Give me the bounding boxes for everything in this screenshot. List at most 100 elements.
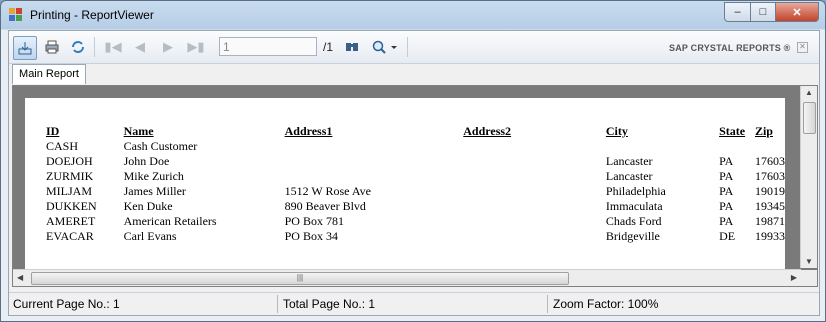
header-zip: Zip bbox=[754, 124, 773, 138]
cell-name: American Retailers bbox=[123, 214, 217, 228]
cell-state: PA bbox=[719, 214, 734, 228]
cell-state: PA bbox=[719, 199, 734, 213]
cell-address2 bbox=[463, 169, 606, 184]
cell-address2 bbox=[463, 229, 606, 244]
find-icon[interactable] bbox=[341, 36, 363, 58]
cell-id: MILJAM bbox=[46, 184, 93, 198]
cell-name: John Doe bbox=[123, 154, 170, 168]
close-icon[interactable]: ✕ bbox=[797, 42, 808, 53]
cell-address1: PO Box 781 bbox=[284, 214, 344, 228]
scroll-left-icon[interactable]: ◀ bbox=[17, 273, 23, 282]
page-number-input[interactable]: 1 bbox=[219, 37, 317, 56]
scroll-up-icon[interactable]: ▲ bbox=[805, 88, 813, 97]
cell-address2 bbox=[463, 139, 606, 154]
cell-address1: PO Box 34 bbox=[284, 229, 338, 243]
cell-address1: 890 Beaver Blvd bbox=[284, 199, 366, 213]
first-page-icon[interactable]: ▮◀ bbox=[102, 36, 124, 58]
cell-address2 bbox=[463, 154, 606, 169]
cell-zip: 17603 bbox=[754, 154, 785, 168]
cell-id: DUKKEN bbox=[46, 199, 97, 213]
header-state: State bbox=[719, 124, 746, 138]
table-row: CASH Cash Customer bbox=[46, 139, 785, 154]
report-table: ID Name Address1 Address2 City State Zip… bbox=[46, 124, 785, 244]
header-name: Name bbox=[123, 124, 154, 138]
cell-zip: 19345 bbox=[754, 199, 785, 213]
cell-address2 bbox=[463, 184, 606, 199]
print-icon[interactable] bbox=[41, 36, 63, 58]
cell-city: Bridgeville bbox=[605, 229, 660, 243]
minimize-button[interactable]: – bbox=[724, 2, 751, 22]
table-row: DUKKEN Ken Duke 890 Beaver Blvd Immaculata P… bbox=[46, 199, 785, 214]
cell-id: CASH bbox=[46, 139, 79, 153]
cell-address1 bbox=[285, 169, 464, 184]
tab-main-report[interactable]: Main Report bbox=[12, 64, 86, 84]
header-id: ID bbox=[46, 124, 60, 138]
cell-id: ZURMIK bbox=[46, 169, 94, 183]
cell-city: Lancaster bbox=[605, 169, 653, 183]
cell-zip: 17603 bbox=[754, 169, 785, 183]
report-viewer-pane: ID Name Address1 Address2 City State Zip… bbox=[12, 85, 818, 287]
prev-page-icon[interactable]: ◀ bbox=[129, 36, 151, 58]
report-tabs: Main Report bbox=[9, 64, 819, 84]
cell-state: DE bbox=[719, 229, 736, 243]
title-bar: Printing - ReportViewer – □ ✕ bbox=[1, 1, 825, 29]
client-area: ▮◀ ◀ ▶ ▶▮ 1 /1 SAP CRYSTAL REPORTS ® ✕ M… bbox=[8, 30, 820, 316]
header-address1: Address1 bbox=[284, 124, 333, 138]
export-icon[interactable] bbox=[13, 36, 37, 60]
cell-id: DOEJOH bbox=[46, 154, 93, 168]
cell-state bbox=[719, 139, 755, 154]
crystal-reports-brand: SAP CRYSTAL REPORTS ® bbox=[669, 43, 791, 53]
cell-zip: 19019 bbox=[754, 184, 785, 198]
total-pages-label: /1 bbox=[323, 40, 334, 54]
next-page-icon[interactable]: ▶ bbox=[157, 36, 179, 58]
cell-state: PA bbox=[719, 154, 734, 168]
cell-name: Mike Zurich bbox=[123, 169, 184, 183]
header-address2: Address2 bbox=[463, 124, 512, 138]
cell-name: Cash Customer bbox=[123, 139, 198, 153]
table-row: DOEJOH John Doe Lancaster PA 17603 bbox=[46, 154, 785, 169]
cell-id: AMERET bbox=[46, 214, 96, 228]
cell-zip bbox=[755, 139, 785, 154]
report-page: ID Name Address1 Address2 City State Zip… bbox=[25, 98, 785, 275]
cell-address1 bbox=[285, 139, 464, 154]
zoom-factor-status: Zoom Factor: 100% bbox=[553, 297, 659, 311]
toolbar: ▮◀ ◀ ▶ ▶▮ 1 /1 SAP CRYSTAL REPORTS ® ✕ bbox=[9, 31, 819, 64]
table-row: AMERET American Retailers PO Box 781 Chads … bbox=[46, 214, 785, 229]
cell-address2 bbox=[463, 199, 606, 214]
cell-zip: 19871 bbox=[754, 214, 785, 228]
cell-address1 bbox=[285, 154, 464, 169]
cell-city: Philadelphia bbox=[605, 184, 666, 198]
cell-city bbox=[606, 139, 719, 154]
cell-zip: 19933 bbox=[754, 229, 785, 243]
cell-address2 bbox=[463, 214, 606, 229]
vertical-scrollbar[interactable]: ▲ ▼ bbox=[800, 86, 817, 268]
zoom-icon[interactable] bbox=[369, 36, 399, 58]
table-row: ZURMIK Mike Zurich Lancaster PA 17603 bbox=[46, 169, 785, 184]
table-row: EVACAR Carl Evans PO Box 34 Bridgeville DE 19… bbox=[46, 229, 785, 244]
total-page-status: Total Page No.: 1 bbox=[283, 297, 376, 311]
report-header-row: ID Name Address1 Address2 City State Zip bbox=[46, 124, 785, 139]
cell-name: Carl Evans bbox=[123, 229, 177, 243]
scroll-down-icon[interactable]: ▼ bbox=[805, 257, 813, 266]
window-title: Printing - ReportViewer bbox=[30, 8, 154, 22]
cell-name: James Miller bbox=[123, 184, 186, 198]
cell-address1: 1512 W Rose Ave bbox=[284, 184, 371, 198]
maximize-button[interactable]: □ bbox=[751, 2, 776, 22]
cell-city: Lancaster bbox=[605, 154, 653, 168]
cell-state: PA bbox=[719, 169, 734, 183]
last-page-icon[interactable]: ▶▮ bbox=[185, 36, 207, 58]
cell-name: Ken Duke bbox=[123, 199, 173, 213]
status-bar: Current Page No.: 1 Total Page No.: 1 Zo… bbox=[9, 292, 819, 315]
scroll-right-icon[interactable]: ▶ bbox=[791, 273, 797, 282]
report-viewer-window: Printing - ReportViewer – □ ✕ ▮◀ ◀ ▶ ▶▮ … bbox=[0, 0, 826, 322]
cell-city: Chads Ford bbox=[605, 214, 662, 228]
vertical-scroll-thumb[interactable] bbox=[803, 102, 816, 134]
header-city: City bbox=[605, 124, 628, 138]
refresh-icon[interactable] bbox=[67, 36, 89, 58]
cell-city: Immaculata bbox=[605, 199, 663, 213]
current-page-status: Current Page No.: 1 bbox=[13, 297, 120, 311]
close-window-button[interactable]: ✕ bbox=[776, 2, 819, 22]
cell-state: PA bbox=[719, 184, 734, 198]
horizontal-scrollbar[interactable]: ◀ ||| ▶ bbox=[13, 269, 801, 286]
horizontal-scroll-thumb[interactable]: ||| bbox=[31, 272, 569, 285]
